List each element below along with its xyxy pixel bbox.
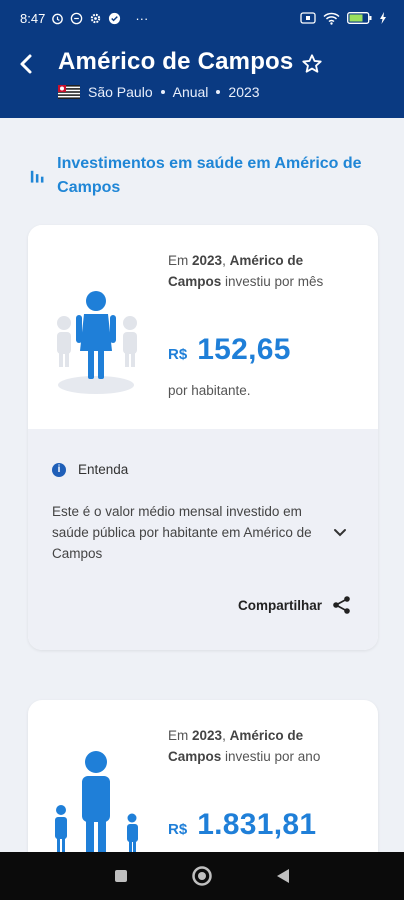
square-icon — [114, 870, 127, 882]
desc-prefix: Em — [168, 728, 193, 743]
currency-label: R$ — [168, 346, 188, 363]
explanation-text: Este é o valor médio mensal investido em… — [52, 504, 312, 561]
wifi-icon — [323, 12, 340, 25]
period-label: Anual — [172, 84, 209, 100]
status-bar: 8:47 ··· — [0, 0, 404, 36]
state-flag-icon — [58, 85, 80, 99]
expand-button[interactable] — [330, 522, 350, 542]
app-header: Américo de Campos São Paulo Anual 2023 — [0, 36, 404, 118]
desc-sep: , — [222, 253, 230, 268]
status-time: 8:47 — [20, 10, 46, 26]
desc-suffix: investiu por mês — [221, 274, 324, 289]
entenda-label: Entenda — [78, 462, 129, 477]
home-button[interactable] — [190, 864, 214, 888]
state-label: São Paulo — [88, 84, 153, 100]
back-arrow-icon — [20, 54, 32, 74]
header-subtitle: São Paulo Anual 2023 — [58, 84, 260, 100]
desc-prefix: Em — [168, 253, 193, 268]
amount-value: 152,65 — [197, 333, 291, 366]
amount-value: 1.831,81 — [197, 808, 317, 841]
year-label: 2023 — [228, 84, 260, 100]
nfc-icon — [300, 12, 316, 24]
share-label: Compartilhar — [237, 597, 322, 613]
per-capita-label: por habitante. — [168, 383, 251, 398]
share-button[interactable]: Compartilhar — [238, 595, 352, 615]
desc-year: 2023 — [192, 728, 223, 743]
info-icon: i — [52, 462, 66, 477]
separator-dot — [216, 90, 221, 94]
share-icon — [333, 596, 350, 614]
desc-suffix: investiu por ano — [221, 749, 321, 764]
charging-icon — [380, 12, 386, 24]
monthly-investment-card: Em 2023, Américo de Campos investiu por … — [28, 225, 378, 650]
triangle-back-icon — [277, 869, 290, 883]
check-icon — [109, 12, 121, 24]
card-summary: Em 2023, Américo de Campos investiu por … — [28, 225, 378, 429]
currency-label: R$ — [168, 821, 188, 838]
section-title: Investimentos em saúde em Américo de Cam… — [57, 155, 362, 196]
alarm-icon — [52, 13, 64, 24]
settings-icon — [91, 13, 101, 23]
circle-icon — [192, 866, 212, 886]
back-button[interactable] — [12, 50, 40, 78]
system-nav-bar — [0, 852, 404, 900]
person-illustration — [57, 291, 137, 394]
desc-sep: , — [222, 728, 230, 743]
bar-chart-icon — [30, 170, 44, 183]
investment-amount: R$ 152,65 — [168, 333, 291, 367]
investment-amount: R$ 1.831,81 — [168, 808, 316, 842]
status-more: ··· — [135, 10, 149, 26]
card-explanation: i Entenda Este é o valor médio mensal in… — [28, 429, 378, 650]
back-nav-button[interactable] — [271, 864, 295, 888]
investment-description: Em 2023, Américo de Campos investiu por … — [168, 725, 358, 767]
chevron-down-icon — [334, 529, 346, 537]
desc-year: 2023 — [192, 253, 223, 268]
page-title: Américo de Campos — [58, 48, 294, 75]
star-icon — [302, 54, 322, 73]
message-icon — [71, 12, 83, 24]
recents-button[interactable] — [109, 864, 133, 888]
entenda-row: i Entenda — [52, 462, 128, 477]
separator-dot — [160, 90, 165, 94]
investment-description: Em 2023, Américo de Campos investiu por … — [168, 250, 358, 292]
battery-icon — [347, 12, 372, 24]
section-header: Investimentos em saúde em Américo de Cam… — [30, 152, 370, 200]
favorite-button[interactable] — [298, 50, 326, 78]
